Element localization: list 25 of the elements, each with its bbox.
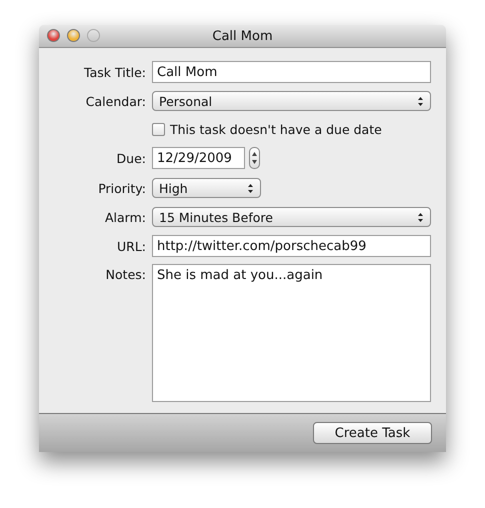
updown-arrows-icon [417, 96, 424, 106]
field-label: Calendar: [84, 94, 146, 108]
field-label: Notes: [104, 266, 146, 282]
notes-field[interactable]: She is mad at you...again [152, 264, 431, 402]
updown-arrows-icon [251, 151, 258, 165]
text-field[interactable]: http://twitter.com/porschecab99 [152, 235, 431, 257]
window-title: Call Mom [212, 28, 273, 44]
create-task-button[interactable]: Create Task [313, 422, 432, 444]
checkbox[interactable] [152, 122, 165, 136]
minimize-button[interactable] [67, 29, 80, 42]
field-label: Alarm: [104, 210, 146, 224]
updown-arrows-icon [417, 212, 424, 222]
field-label: Priority: [97, 180, 146, 196]
close-button[interactable] [47, 29, 60, 42]
popup-button[interactable]: Personal [152, 91, 431, 111]
popup-button[interactable]: 15 Minutes Before [152, 207, 431, 227]
date-field[interactable]: 12/29/2009 [152, 147, 245, 169]
checkbox-label: This task doesn't have a due date [170, 122, 382, 136]
text-field[interactable]: Call Mom [152, 61, 431, 83]
popup-button[interactable]: High [152, 178, 261, 198]
updown-arrows-icon [247, 182, 254, 194]
field-label: Task Title: [83, 64, 146, 80]
field-label: URL: [116, 238, 146, 254]
stepper-control[interactable] [249, 147, 260, 169]
field-label: Due: [116, 150, 146, 166]
